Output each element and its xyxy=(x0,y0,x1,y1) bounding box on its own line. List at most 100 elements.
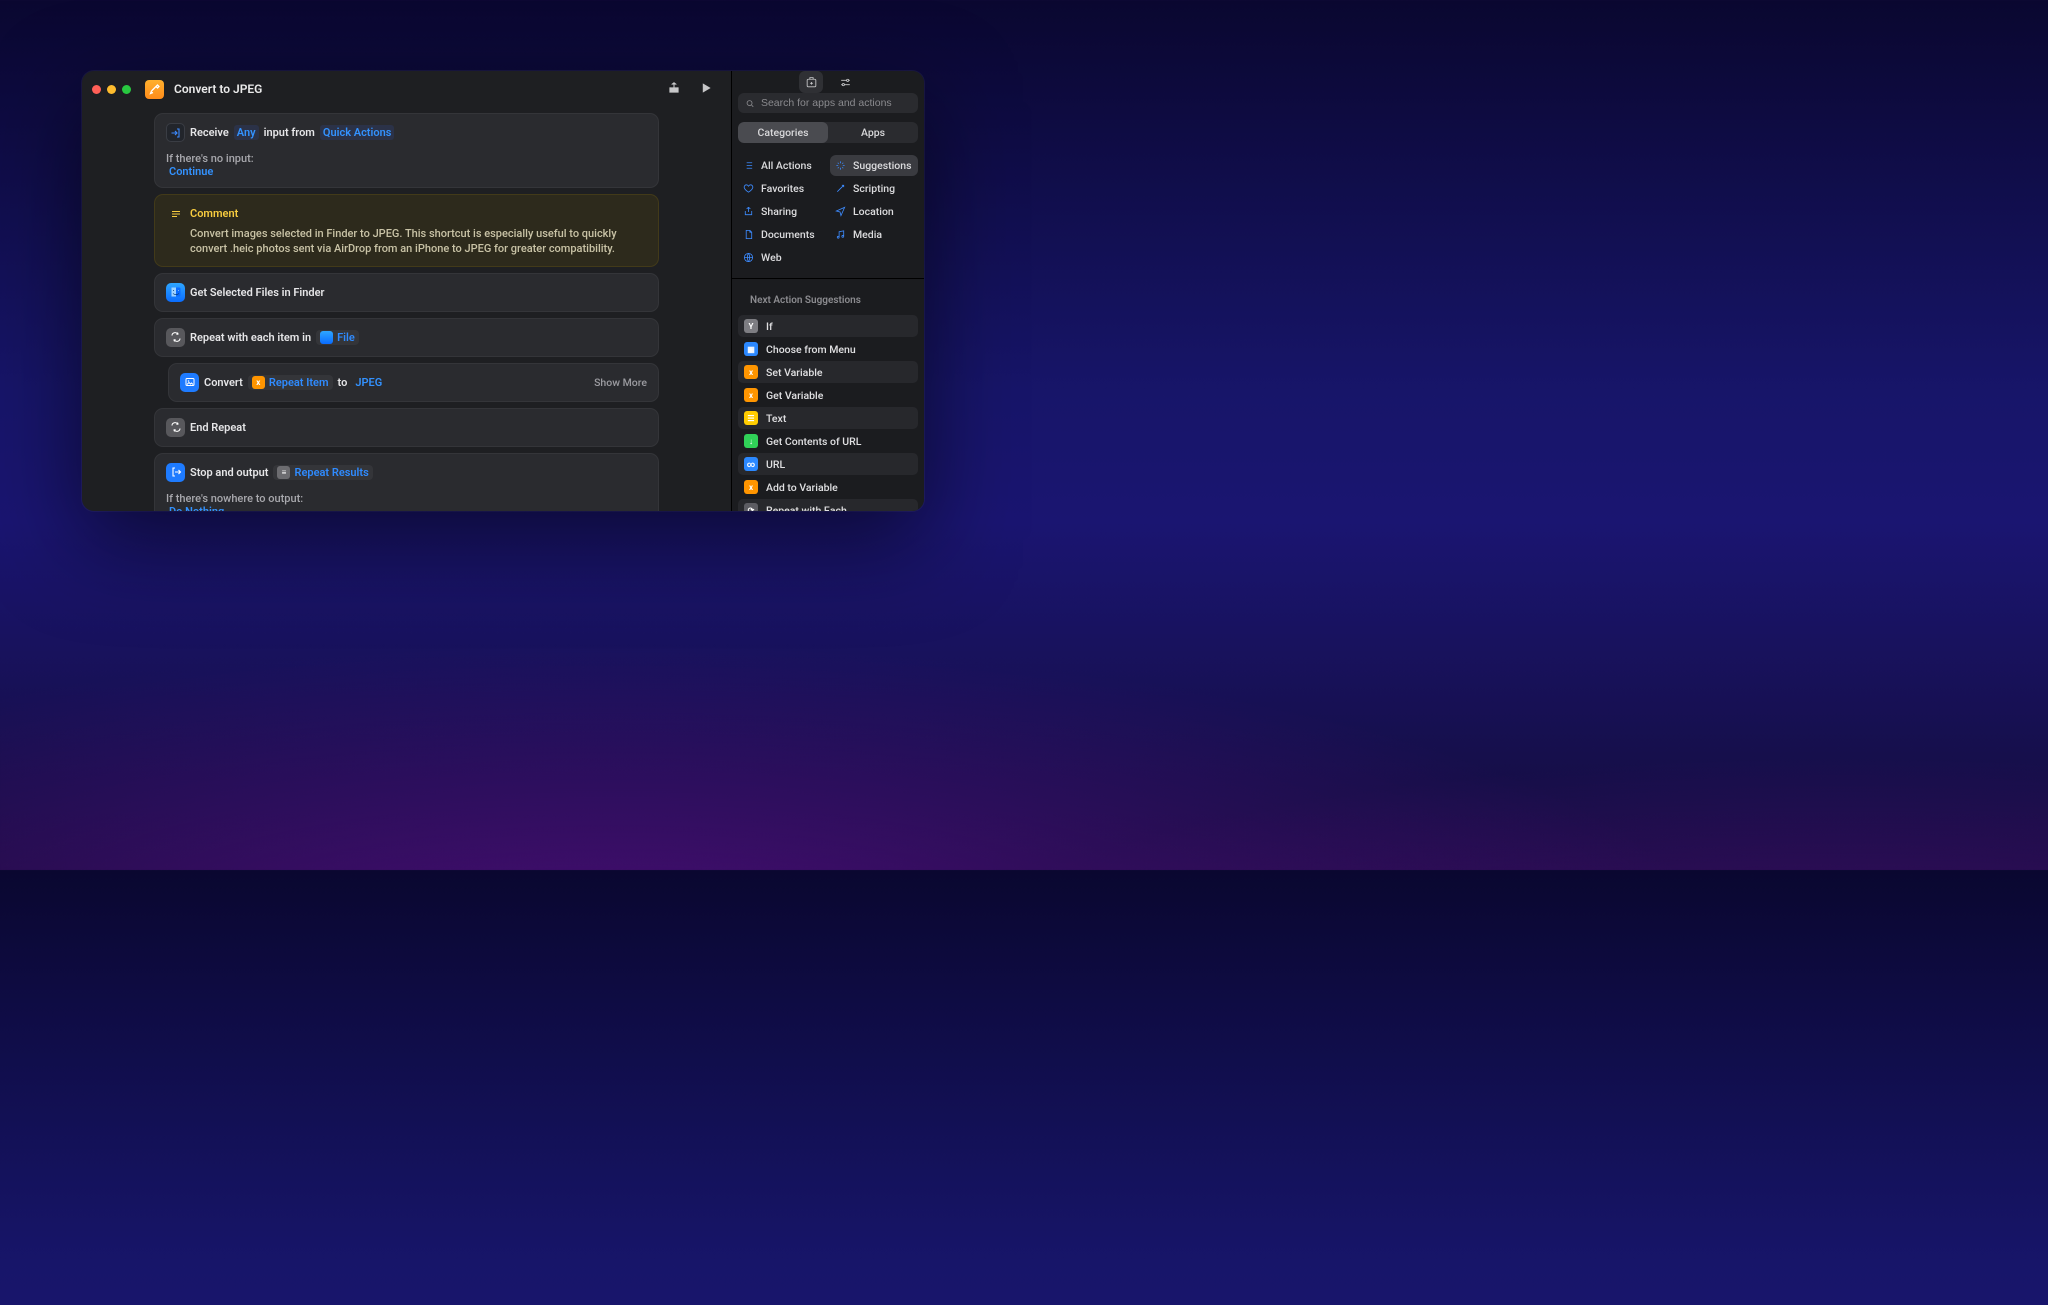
workflow-canvas: Receive Any input from Quick Actions If … xyxy=(82,107,731,511)
nowhere-label: If there's nowhere to output: xyxy=(166,492,647,505)
action-comment[interactable]: Comment Convert images selected in Finde… xyxy=(154,194,659,267)
no-input-action-token[interactable]: Continue xyxy=(166,164,216,179)
variable-icon: x xyxy=(744,388,758,402)
search-input[interactable] xyxy=(761,97,911,109)
category-grid: All Actions Suggestions Favorites Script… xyxy=(738,155,918,268)
action-convert-image[interactable]: Convert x Repeat Item to JPEG Show More xyxy=(168,363,659,402)
download-icon: ↓ xyxy=(744,434,758,448)
convert-source-token[interactable]: x Repeat Item xyxy=(248,375,333,390)
window-controls xyxy=(92,85,131,94)
suggestions-header: Next Action Suggestions xyxy=(750,295,918,306)
titlebar: Convert to JPEG xyxy=(82,71,731,107)
comment-icon xyxy=(166,204,185,223)
repeat-var-token[interactable]: File xyxy=(316,330,359,345)
cat-label: All Actions xyxy=(761,159,812,172)
show-more-button[interactable]: Show More xyxy=(594,376,647,389)
text-icon: ☰ xyxy=(744,411,758,425)
cat-label: Documents xyxy=(761,228,815,241)
action-repeat-start[interactable]: Repeat with each item in File xyxy=(154,318,659,357)
minimize-button[interactable] xyxy=(107,85,116,94)
zoom-button[interactable] xyxy=(122,85,131,94)
cat-label: Favorites xyxy=(761,182,804,195)
action-get-selected-files[interactable]: Get Selected Files in Finder xyxy=(154,273,659,312)
convert-to-label: to xyxy=(338,376,348,389)
suggestion-set-variable[interactable]: xSet Variable xyxy=(738,361,918,383)
suggestion-label: URL xyxy=(766,458,785,471)
output-icon xyxy=(166,463,185,482)
suggestion-add-to-variable[interactable]: x Add to Variable xyxy=(738,476,918,498)
search-field[interactable] xyxy=(738,93,918,113)
action-output[interactable]: Stop and output ≡ Repeat Results If ther… xyxy=(154,453,659,511)
search-icon xyxy=(745,98,755,109)
repeat-icon xyxy=(166,418,185,437)
action-input[interactable]: Receive Any input from Quick Actions If … xyxy=(154,113,659,188)
run-icon[interactable] xyxy=(699,80,713,99)
document-icon xyxy=(743,229,754,240)
cat-scripting[interactable]: Scripting xyxy=(830,178,918,199)
cat-location[interactable]: Location xyxy=(830,201,918,222)
cat-favorites[interactable]: Favorites xyxy=(738,178,826,199)
action-repeat-end[interactable]: End Repeat xyxy=(154,408,659,447)
suggestions-list: YIf ▦ Choose from Menu xSet Variable xGet… xyxy=(738,315,918,511)
end-repeat-label: End Repeat xyxy=(190,421,246,434)
share-icon xyxy=(743,206,754,217)
wand-icon xyxy=(835,183,846,194)
suggestion-label: Repeat with Each xyxy=(766,504,847,512)
comment-body: Convert images selected in Finder to JPE… xyxy=(166,223,647,257)
get-files-label: Get Selected Files in Finder xyxy=(190,286,324,299)
web-icon xyxy=(743,252,754,263)
output-label: Stop and output xyxy=(190,466,268,479)
tab-apps[interactable]: Apps xyxy=(828,122,918,143)
repeat-label: Repeat with each item in xyxy=(190,331,311,344)
location-icon xyxy=(835,206,846,217)
main-pane: Convert to JPEG xyxy=(82,71,732,511)
input-source-token[interactable]: Quick Actions xyxy=(320,125,395,140)
branch-icon: Y xyxy=(744,319,758,333)
input-type-token[interactable]: Any xyxy=(234,125,259,140)
convert-format-token[interactable]: JPEG xyxy=(352,375,385,390)
title-actions xyxy=(667,80,713,99)
menu-icon: ▦ xyxy=(744,342,758,356)
share-icon[interactable] xyxy=(667,80,681,99)
library-tabs[interactable]: Categories Apps xyxy=(738,122,918,143)
cat-web[interactable]: Web xyxy=(738,247,826,268)
suggestion-text[interactable]: ☰ Text xyxy=(738,407,918,429)
cat-suggestions[interactable]: Suggestions xyxy=(830,155,918,176)
cat-label: Scripting xyxy=(853,182,895,195)
library-icon[interactable] xyxy=(799,71,823,93)
heart-icon xyxy=(743,183,754,194)
tab-categories[interactable]: Categories xyxy=(738,122,828,143)
cat-label: Media xyxy=(853,228,882,241)
suggestion-if[interactable]: YIf xyxy=(738,315,918,337)
suggestion-choose-from-menu[interactable]: ▦ Choose from Menu xyxy=(738,338,918,360)
suggestion-get-variable[interactable]: xGet Variable xyxy=(738,384,918,406)
cat-label: Location xyxy=(853,205,894,218)
output-var-token[interactable]: ≡ Repeat Results xyxy=(273,465,372,480)
cat-sharing[interactable]: Sharing xyxy=(738,201,826,222)
suggestion-repeat-with-each[interactable]: ⟳Repeat with Each xyxy=(738,499,918,511)
shortcut-icon xyxy=(145,80,164,99)
suggestion-label: Text xyxy=(766,412,786,425)
sparkle-icon xyxy=(835,160,846,171)
cat-all-actions[interactable]: All Actions xyxy=(738,155,826,176)
cat-media[interactable]: Media xyxy=(830,224,918,245)
close-button[interactable] xyxy=(92,85,101,94)
suggestion-label: Choose from Menu xyxy=(766,343,856,356)
no-input-label: If there's no input: xyxy=(166,152,647,165)
receive-label: Receive xyxy=(190,126,229,139)
comment-label: Comment xyxy=(190,207,238,220)
output-var-label: Repeat Results xyxy=(294,466,368,479)
variable-badge-icon: x xyxy=(252,376,265,389)
divider xyxy=(732,278,924,279)
nowhere-action-token[interactable]: Do Nothing xyxy=(166,504,227,511)
window-title: Convert to JPEG xyxy=(174,82,657,96)
variable-icon: x xyxy=(744,480,758,494)
repeat-item-label: Repeat Item xyxy=(269,376,329,389)
suggestion-label: Add to Variable xyxy=(766,481,838,494)
suggestion-url[interactable]: ∞URL xyxy=(738,453,918,475)
suggestion-get-contents-url[interactable]: ↓Get Contents of URL xyxy=(738,430,918,452)
shortcuts-editor-window: Convert to JPEG xyxy=(82,71,924,511)
cat-documents[interactable]: Documents xyxy=(738,224,826,245)
inspector-toolbar xyxy=(732,71,924,93)
settings-icon[interactable] xyxy=(833,71,857,93)
